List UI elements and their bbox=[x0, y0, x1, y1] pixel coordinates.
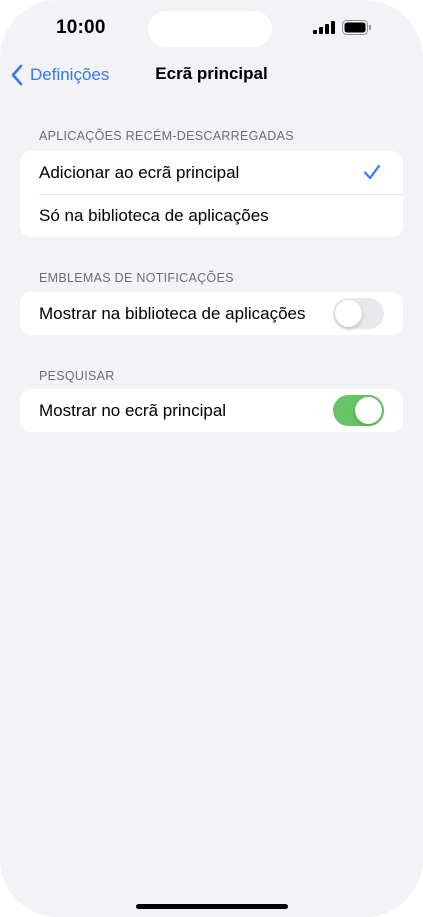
option-app-library-only[interactable]: Só na biblioteca de aplicações bbox=[20, 194, 403, 237]
status-time: 10:00 bbox=[56, 17, 106, 38]
show-in-app-library-row: Mostrar na biblioteca de aplicações bbox=[20, 292, 403, 335]
signal-icon bbox=[313, 21, 335, 34]
row-label: Mostrar na biblioteca de aplicações bbox=[39, 303, 306, 323]
toggle-knob bbox=[335, 300, 362, 327]
show-in-app-library-toggle[interactable] bbox=[333, 298, 384, 329]
phone-screen: 10:00 Definições Ecrã principal APLICAÇÕ… bbox=[0, 0, 423, 917]
dynamic-island bbox=[148, 11, 272, 47]
row-label: Mostrar no ecrã principal bbox=[39, 400, 227, 420]
section-header-new-apps: APLICAÇÕES RECÉM-DESCARREGADAS bbox=[39, 129, 294, 143]
badges-group: Mostrar na biblioteca de aplicações bbox=[20, 292, 403, 335]
option-add-to-home-screen[interactable]: Adicionar ao ecrã principal bbox=[20, 151, 403, 194]
section-header-badges: EMBLEMAS DE NOTIFICAÇÕES bbox=[39, 271, 234, 285]
search-group: Mostrar no ecrã principal bbox=[20, 389, 403, 432]
option-label: Adicionar ao ecrã principal bbox=[39, 162, 240, 182]
battery-icon bbox=[342, 20, 371, 35]
page-title: Ecrã principal bbox=[155, 64, 268, 83]
toggle-knob bbox=[355, 397, 382, 424]
checkmark-icon bbox=[363, 164, 381, 180]
show-on-home-screen-row: Mostrar no ecrã principal bbox=[20, 389, 403, 432]
new-apps-group: Adicionar ao ecrã principal Só na biblio… bbox=[20, 151, 403, 237]
show-on-home-screen-toggle[interactable] bbox=[333, 395, 384, 426]
section-header-search: PESQUISAR bbox=[39, 369, 115, 383]
option-label: Só na biblioteca de aplicações bbox=[39, 205, 269, 225]
home-indicator[interactable] bbox=[136, 904, 288, 909]
